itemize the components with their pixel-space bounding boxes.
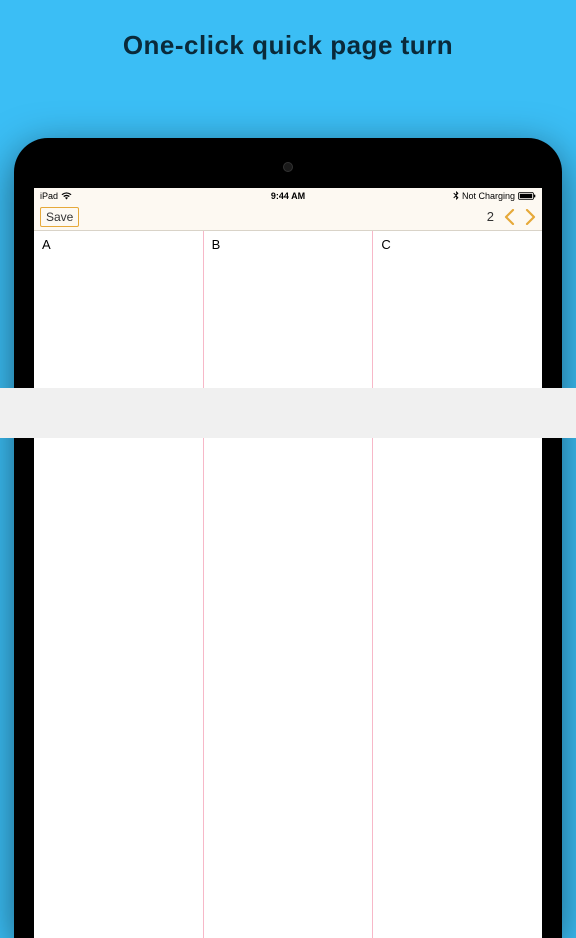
column-b[interactable]: B [203, 231, 373, 938]
device-screen: iPad 9:44 AM Not Charging Save 2 [34, 188, 542, 938]
carrier-label: iPad [40, 191, 58, 201]
clock-label: 9:44 AM [271, 191, 305, 201]
wifi-icon [61, 192, 72, 200]
content-area: A B C [34, 231, 542, 938]
charging-label: Not Charging [462, 191, 515, 201]
tablet-frame: iPad 9:44 AM Not Charging Save 2 [14, 138, 562, 938]
bluetooth-icon [453, 191, 459, 200]
save-button[interactable]: Save [40, 207, 79, 227]
column-a[interactable]: A [34, 231, 203, 938]
toolbar: Save 2 [34, 203, 542, 231]
battery-icon [518, 192, 536, 200]
page-number: 2 [487, 209, 494, 224]
prev-page-button[interactable] [504, 209, 515, 225]
status-bar: iPad 9:44 AM Not Charging [34, 188, 542, 203]
promo-headline: One-click quick page turn [0, 0, 576, 61]
column-c[interactable]: C [372, 231, 542, 938]
device-camera [283, 162, 293, 172]
next-page-button[interactable] [525, 209, 536, 225]
